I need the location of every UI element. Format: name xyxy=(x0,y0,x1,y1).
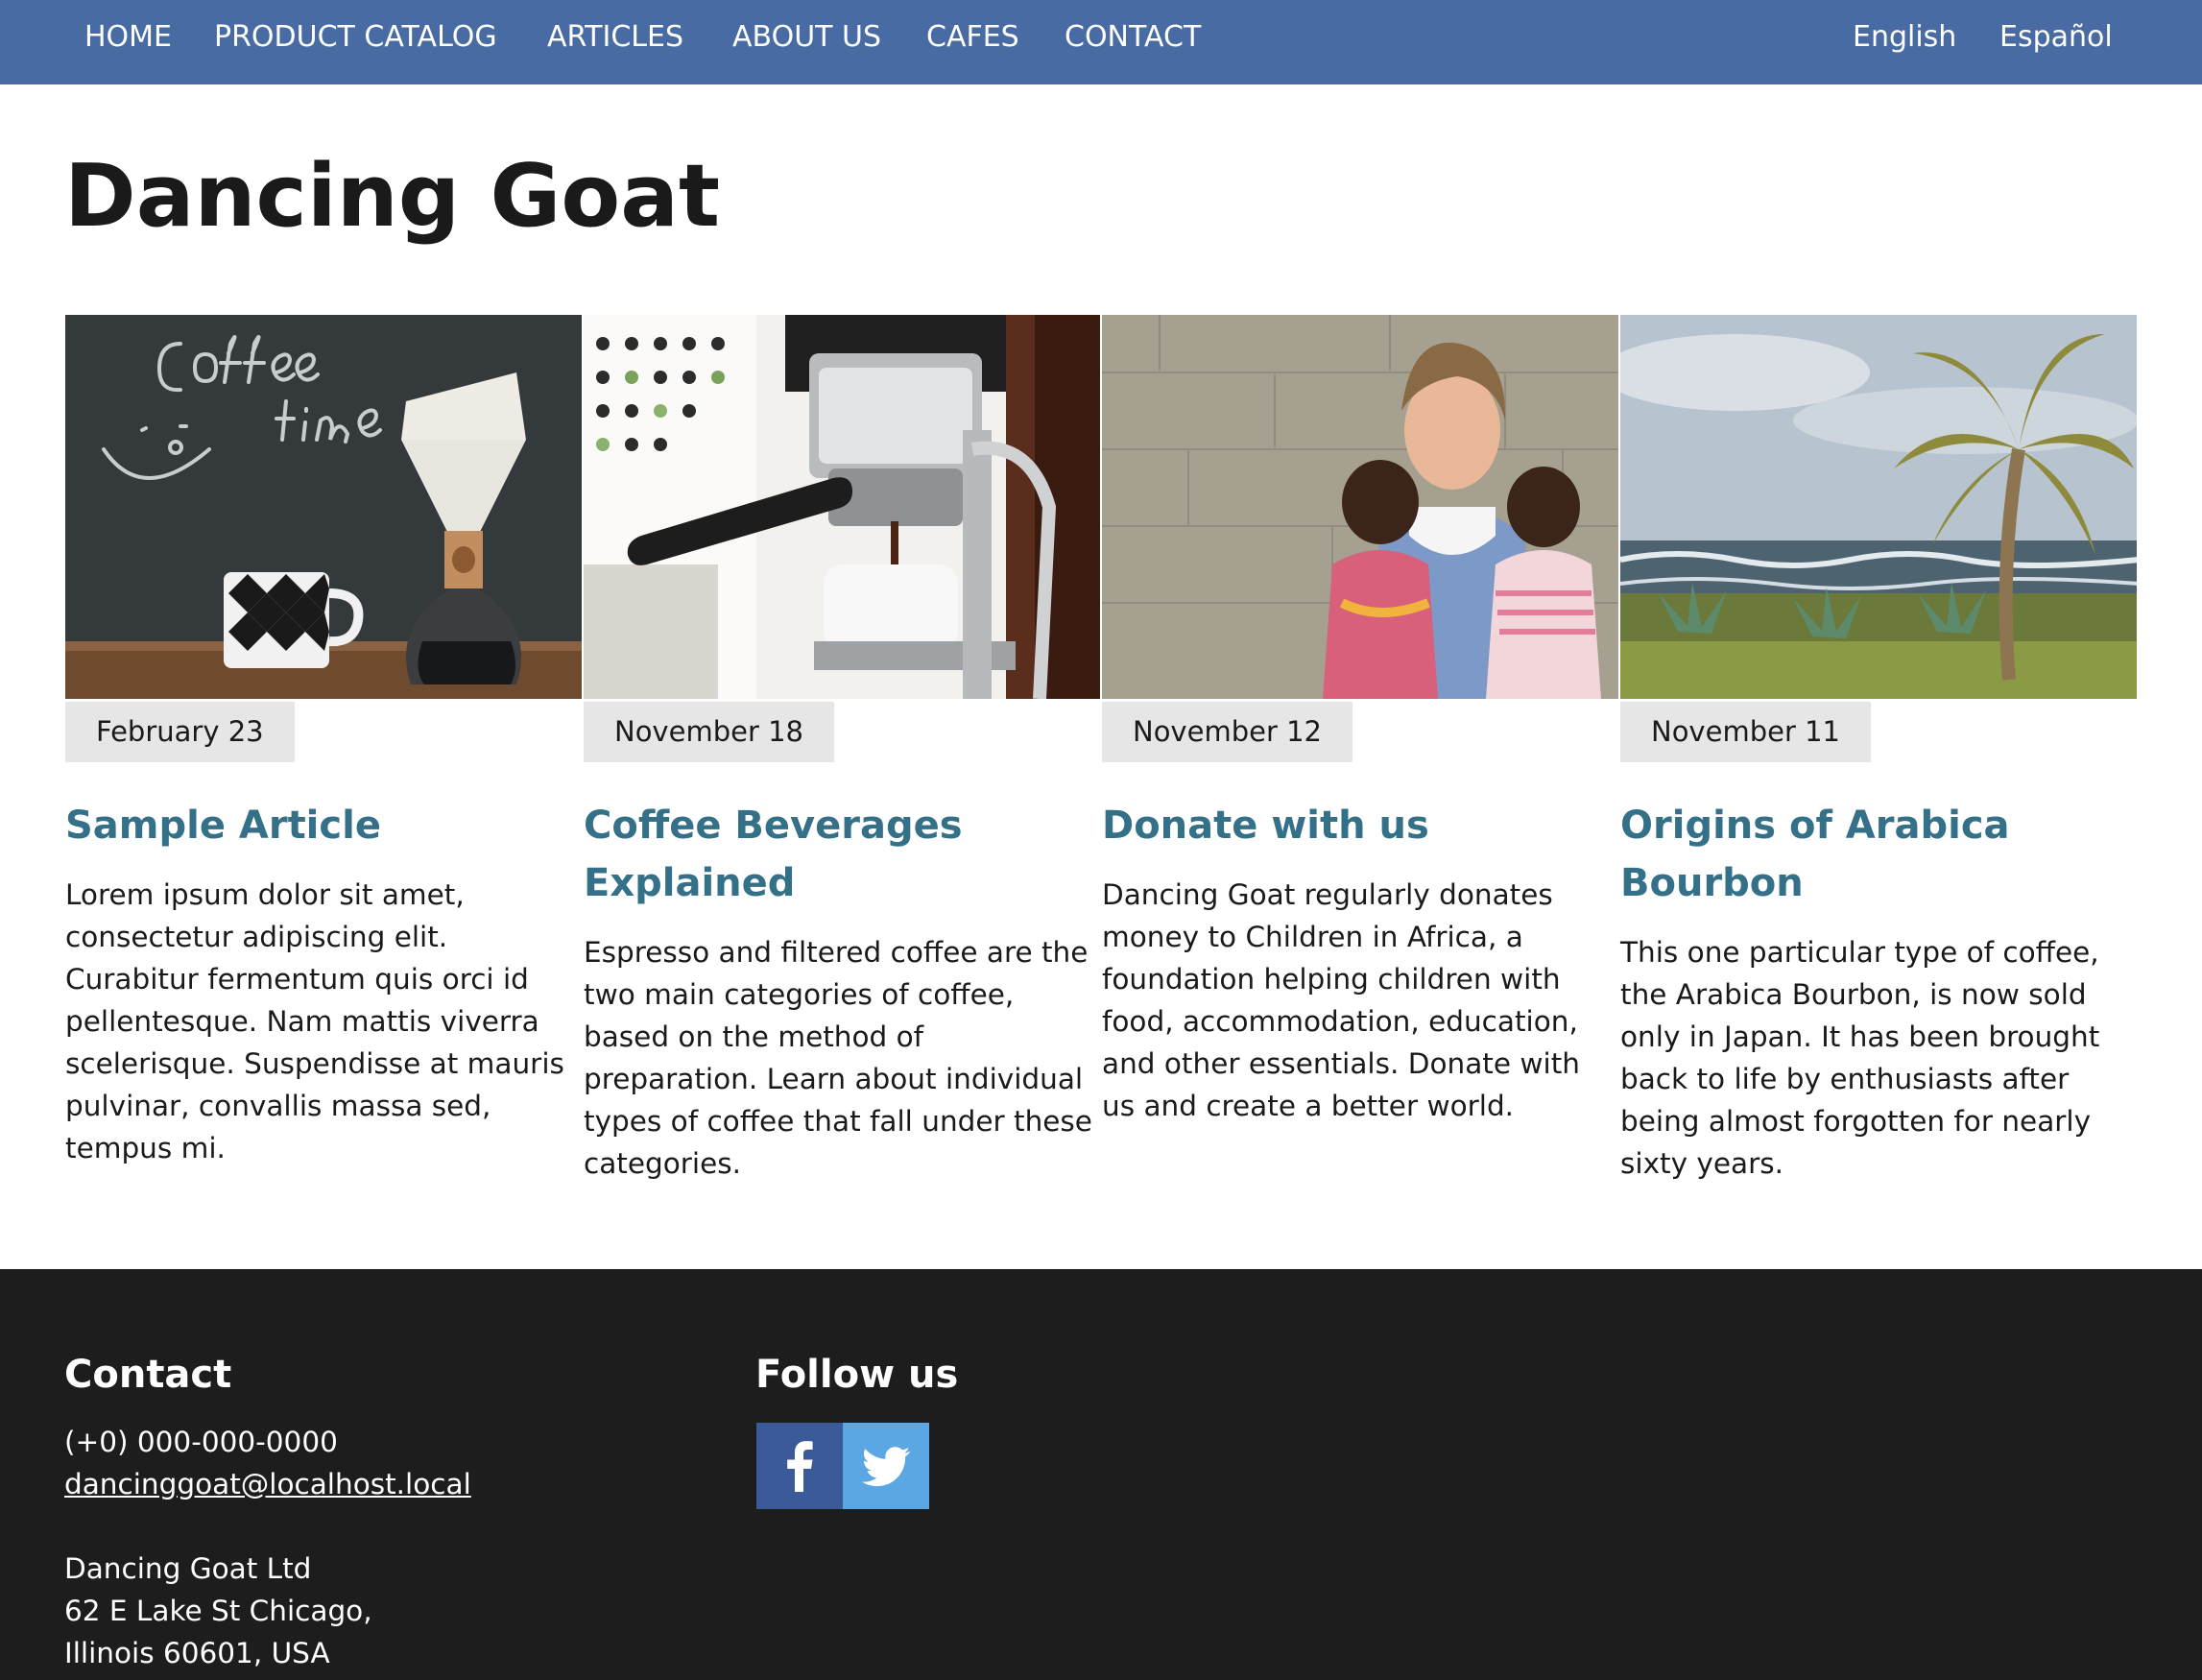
espresso-machine-photo xyxy=(584,315,1100,699)
footer: Contact (+0) 000-000-0000 dancinggoat@lo… xyxy=(0,1269,2202,1680)
article-image-donate[interactable] xyxy=(1102,315,1618,699)
contact-phone: (+0) 000-000-0000 xyxy=(64,1426,338,1458)
article-image-coffee-time[interactable] xyxy=(65,315,582,699)
contact-heading: Contact xyxy=(64,1353,232,1397)
twitter-icon xyxy=(843,1423,929,1509)
facebook-icon xyxy=(756,1423,843,1509)
article-card: November 11 Origins of Arabica Bourbon T… xyxy=(1620,315,2137,1188)
article-date: November 11 xyxy=(1620,702,1871,762)
language-english[interactable]: English xyxy=(1853,0,1956,75)
article-summary: Espresso and filtered coffee are the two… xyxy=(584,936,1092,1180)
facebook-link[interactable] xyxy=(756,1423,843,1509)
palm-tree-coast-photo xyxy=(1620,315,2137,699)
article-title-link[interactable]: Sample Article xyxy=(65,804,381,848)
article-title-link[interactable]: Coffee Beverages Explained xyxy=(584,804,963,905)
article-date: November 18 xyxy=(584,702,834,762)
article-image-espresso[interactable] xyxy=(584,315,1100,699)
language-spanish[interactable]: Español xyxy=(1999,0,2113,75)
article-date: February 23 xyxy=(65,702,295,762)
article-title: Sample Article xyxy=(65,797,582,854)
article-card: February 23 Sample Article Lorem ipsum d… xyxy=(65,315,582,1188)
top-navigation: HOME PRODUCT CATALOG ARTICLES ABOUT US C… xyxy=(0,0,2202,84)
article-image-arabica[interactable] xyxy=(1620,315,2137,699)
article-card: November 12 Donate with us Dancing Goat … xyxy=(1102,315,1618,1188)
address-line-2: Illinois 60601, USA xyxy=(64,1637,330,1669)
nav-home[interactable]: HOME xyxy=(84,0,172,75)
page-title: Dancing Goat xyxy=(64,146,720,247)
article-summary: Dancing Goat regularly donates money to … xyxy=(1102,878,1580,1122)
article-title: Donate with us xyxy=(1102,797,1618,854)
article-title-link[interactable]: Origins of Arabica Bourbon xyxy=(1620,804,2010,905)
company-name: Dancing Goat Ltd xyxy=(64,1552,312,1585)
article-date: November 12 xyxy=(1102,702,1352,762)
article-title: Coffee Beverages Explained xyxy=(584,797,1100,912)
nav-product-catalog[interactable]: PRODUCT CATALOG xyxy=(214,0,497,75)
nav-contact[interactable]: CONTACT xyxy=(1065,0,1201,75)
nav-about-us[interactable]: ABOUT US xyxy=(732,0,881,75)
contact-email-link[interactable]: dancinggoat@localhost.local xyxy=(64,1463,471,1505)
article-title: Origins of Arabica Bourbon xyxy=(1620,797,2137,912)
article-summary: This one particular type of coffee, the … xyxy=(1620,936,2100,1180)
article-card: November 18 Coffee Beverages Explained E… xyxy=(584,315,1100,1188)
nav-cafes[interactable]: CAFES xyxy=(926,0,1019,75)
coffee-time-chalkboard-photo xyxy=(65,315,582,699)
woman-with-children-photo xyxy=(1102,315,1618,699)
follow-heading: Follow us xyxy=(755,1353,959,1397)
nav-articles[interactable]: ARTICLES xyxy=(547,0,683,75)
article-summary: Lorem ipsum dolor sit amet, consectetur … xyxy=(65,878,564,1164)
article-title-link[interactable]: Donate with us xyxy=(1102,804,1429,848)
twitter-link[interactable] xyxy=(843,1423,929,1509)
address-line-1: 62 E Lake St Chicago, xyxy=(64,1595,372,1627)
